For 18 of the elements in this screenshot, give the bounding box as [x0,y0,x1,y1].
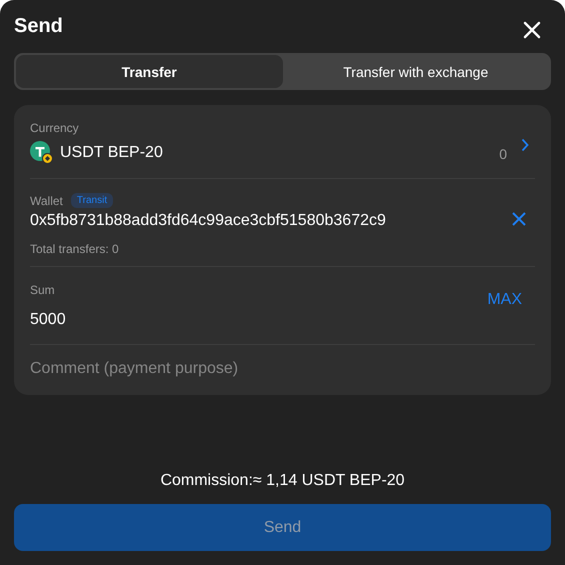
sum-value[interactable]: 5000 [30,311,66,329]
tab[interactable]: Transfer [16,55,282,88]
chevron-right-icon[interactable] [521,138,529,152]
balance-value: 0 [499,146,507,162]
tab[interactable]: Transfer with exchange [282,55,549,88]
transit-badge: Transit [70,193,114,208]
commission-text: Commission:≈ 1,14 USDT BEP-20 [159,472,406,490]
clear-icon[interactable] [512,212,526,226]
field-label: Wallet [30,194,63,208]
coin-icon [30,141,53,164]
close-icon[interactable] [523,21,541,39]
comment-field[interactable]: Comment (payment purpose) [30,345,535,395]
transfers-note: Total transfers: 0 [30,242,120,256]
field-label: Sum [30,283,56,297]
dialog-title: Send [14,14,63,38]
field-label: Currency [30,121,80,135]
wallet-address[interactable]: 0x5fb8731b88add3fd64c99ace3cbf51580b3672c9 [30,212,386,230]
currency-value[interactable]: USDT BEP-20 [60,144,163,162]
